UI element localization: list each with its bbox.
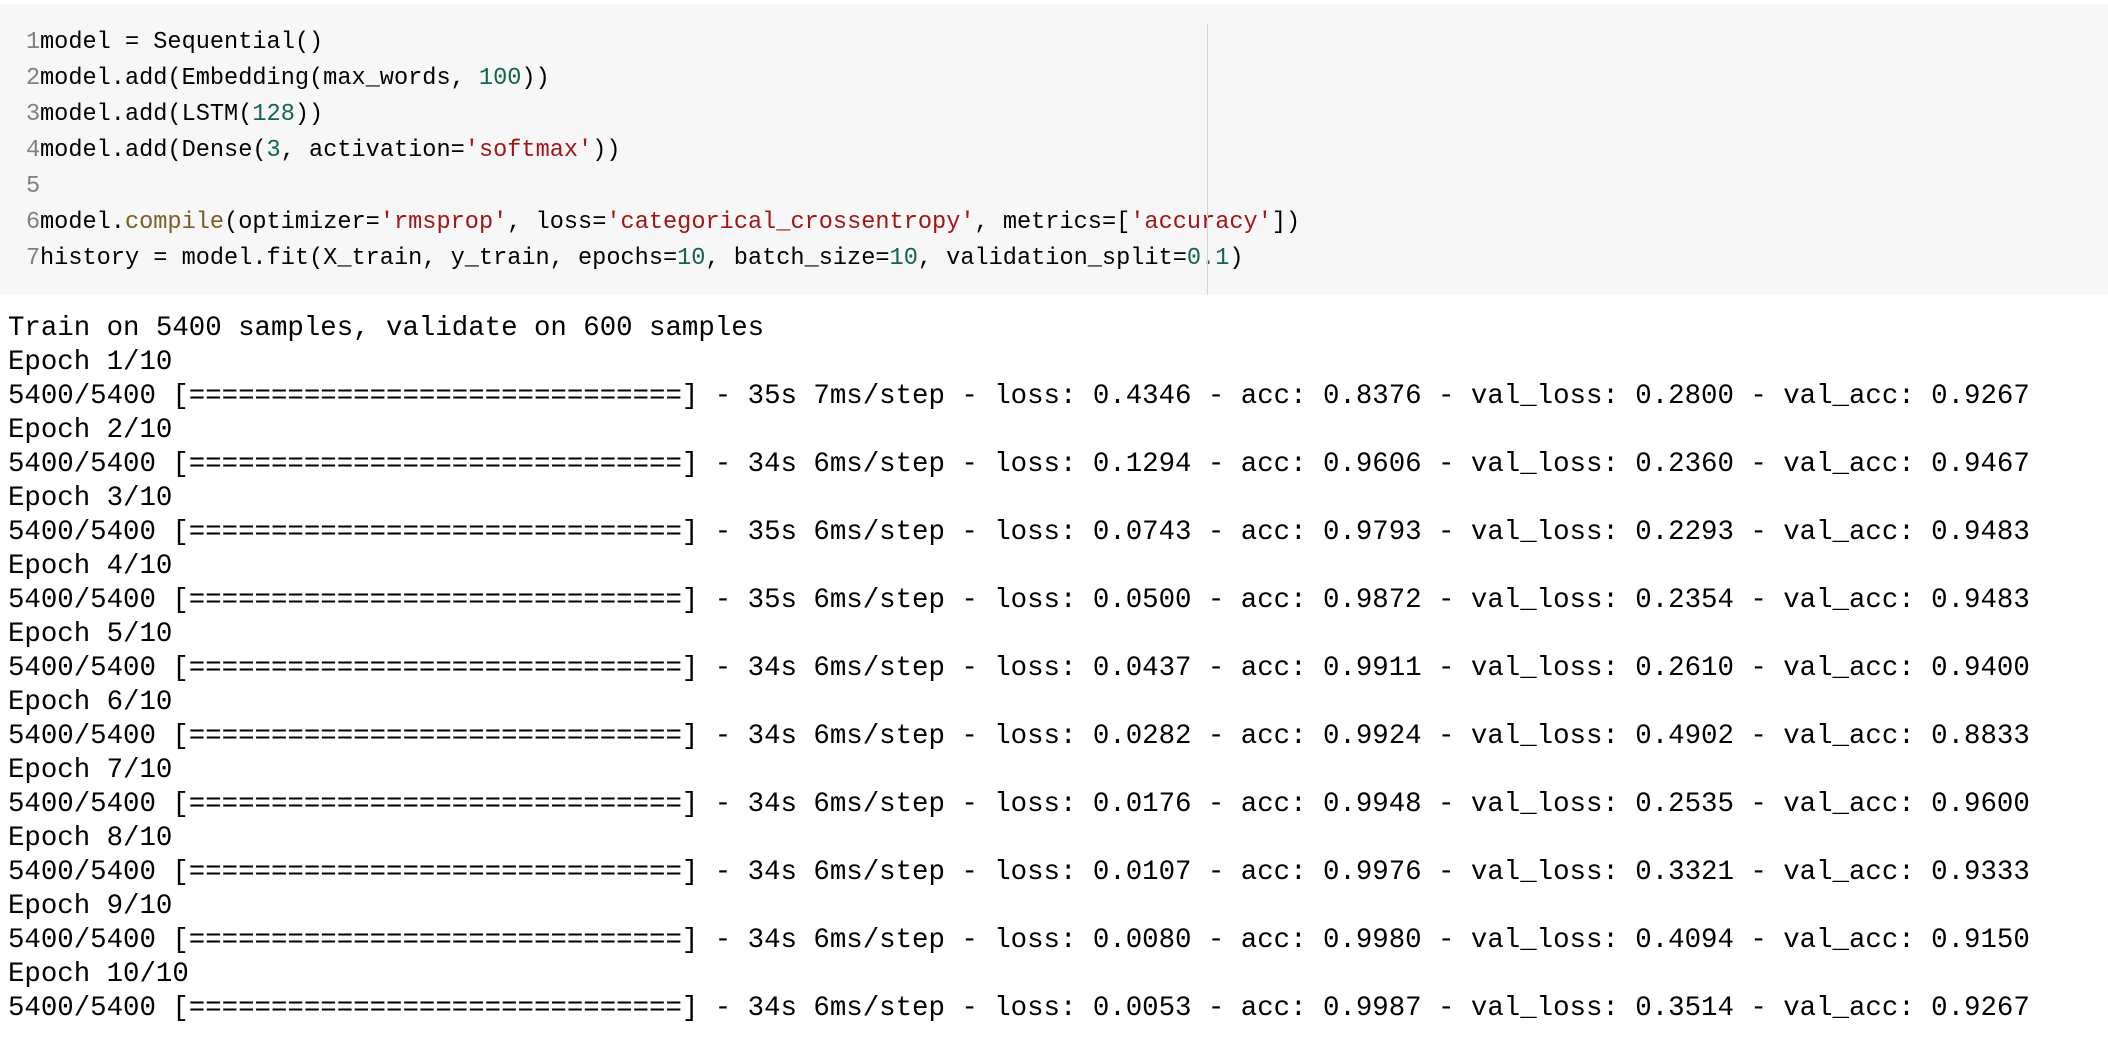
output-line: Epoch 9/10: [8, 891, 173, 922]
output-line: 5400/5400 [=============================…: [8, 585, 2030, 616]
code-lines[interactable]: 1model = Sequential() 2model.add(Embeddin…: [0, 25, 1500, 277]
output-line: Epoch 4/10: [8, 551, 173, 582]
line-number: 1: [26, 29, 41, 56]
code-token-txt: history = model.fit(X_train, y_train, ep…: [40, 245, 678, 272]
code-token-txt: , batch_size=: [705, 245, 890, 272]
output-line: Train on 5400 samples, validate on 600 s…: [8, 313, 765, 344]
code-token-txt: model.: [40, 209, 125, 236]
output-line: Epoch 2/10: [8, 415, 173, 446]
code-token-txt: ]): [1271, 209, 1301, 236]
code-line[interactable]: 5: [0, 169, 1500, 205]
code-token-txt: ): [1229, 245, 1244, 272]
code-text[interactable]: model = Sequential(): [40, 29, 323, 56]
line-number: 4: [26, 137, 41, 164]
code-token-txt: )): [521, 65, 550, 92]
output-line: 5400/5400 [=============================…: [8, 925, 2030, 956]
line-number: 6: [26, 209, 41, 236]
code-token-txt: , validation_split=: [917, 245, 1187, 272]
code-token-txt: , loss=: [507, 209, 607, 236]
output-line: 5400/5400 [=============================…: [8, 721, 2030, 752]
code-token-num: 10: [889, 245, 918, 272]
code-token-txt: model.add(LSTM(: [40, 101, 253, 128]
code-token-txt: (optimizer=: [224, 209, 380, 236]
code-line[interactable]: 6model.compile(optimizer='rmsprop', loss…: [0, 205, 1500, 241]
output-line: Epoch 1/10: [8, 347, 173, 378]
output-line: Epoch 7/10: [8, 755, 173, 786]
line-number: 2: [26, 65, 41, 92]
code-token-num: 0.1: [1186, 245, 1230, 272]
output-line: 5400/5400 [=============================…: [8, 381, 2030, 412]
code-token-kw: compile: [124, 209, 225, 236]
output-line: 5400/5400 [=============================…: [8, 449, 2030, 480]
code-token-txt: )): [294, 101, 324, 128]
code-line[interactable]: 3model.add(LSTM(128)): [0, 97, 1500, 133]
code-line[interactable]: 1model = Sequential(): [0, 25, 1500, 61]
code-token-txt: model = Sequential(): [40, 29, 324, 56]
code-token-str: 'softmax': [464, 137, 593, 164]
code-text[interactable]: model.compile(optimizer='rmsprop', loss=…: [40, 209, 1300, 236]
line-number: 5: [26, 173, 41, 200]
code-token-txt: , activation=: [280, 137, 465, 164]
code-token-num: 10: [677, 245, 706, 272]
line-number: 3: [26, 101, 41, 128]
code-text[interactable]: model.add(LSTM(128)): [40, 101, 323, 128]
code-line[interactable]: 4model.add(Dense(3, activation='softmax'…: [0, 133, 1500, 169]
code-token-str: 'accuracy': [1130, 209, 1272, 236]
output-line: 5400/5400 [=============================…: [8, 789, 2030, 820]
output-line: 5400/5400 [=============================…: [8, 993, 2030, 1024]
code-token-num: 100: [478, 65, 522, 92]
code-token-txt: model.add(Dense(: [40, 137, 267, 164]
code-text[interactable]: model.add(Embedding(max_words, 100)): [40, 65, 550, 92]
output-line: 5400/5400 [=============================…: [8, 857, 2030, 888]
cell-output: Train on 5400 samples, validate on 600 s…: [8, 312, 2100, 1026]
code-token-txt: )): [592, 137, 621, 164]
output-line: Epoch 5/10: [8, 619, 173, 650]
code-text[interactable]: model.add(Dense(3, activation='softmax')…: [40, 137, 621, 164]
output-line: 5400/5400 [=============================…: [8, 517, 2030, 548]
code-token-txt: model.add(Embedding(max_words,: [40, 65, 479, 92]
code-token-num: 3: [266, 137, 281, 164]
code-token-num: 128: [252, 101, 295, 128]
code-text[interactable]: history = model.fit(X_train, y_train, ep…: [40, 245, 1244, 272]
editor-ruler: [1207, 24, 1208, 295]
code-token-str: 'categorical_crossentropy': [606, 209, 975, 236]
output-line: Epoch 10/10: [8, 959, 189, 990]
code-line[interactable]: 7history = model.fit(X_train, y_train, e…: [0, 241, 1500, 277]
output-line: Epoch 3/10: [8, 483, 173, 514]
output-line: Epoch 6/10: [8, 687, 173, 718]
output-line: 5400/5400 [=============================…: [8, 653, 2030, 684]
code-token-str: 'rmsprop': [379, 209, 508, 236]
output-line: Epoch 8/10: [8, 823, 173, 854]
code-line[interactable]: 2model.add(Embedding(max_words, 100)): [0, 61, 1500, 97]
line-number: 7: [26, 245, 41, 272]
code-cell-editor[interactable]: 1model = Sequential() 2model.add(Embeddin…: [0, 4, 2108, 295]
code-token-txt: , metrics=[: [974, 209, 1131, 236]
